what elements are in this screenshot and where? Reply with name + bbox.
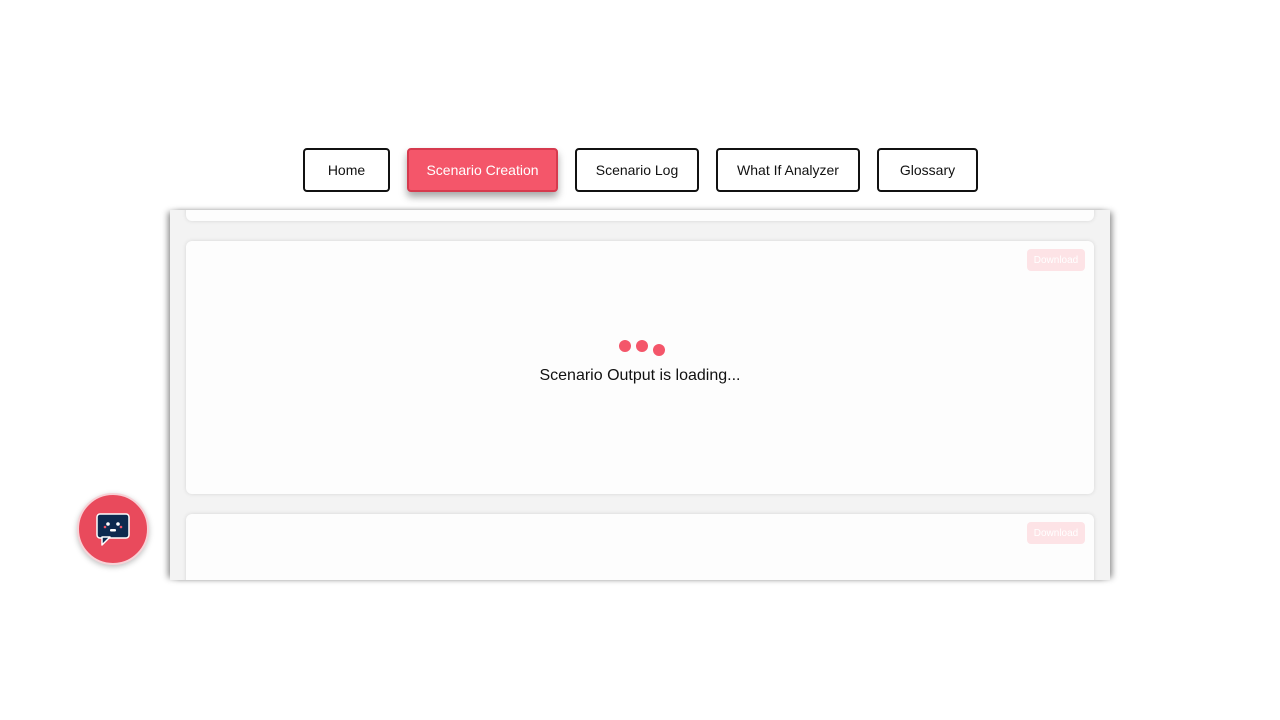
nav-home-button[interactable]: Home bbox=[303, 148, 390, 192]
top-nav: Home Scenario Creation Scenario Log What… bbox=[0, 148, 1280, 192]
page: Home Scenario Creation Scenario Log What… bbox=[0, 0, 1280, 720]
scenario-output-card: Download Scenario Output is loading... bbox=[186, 241, 1094, 494]
download-button[interactable]: Download bbox=[1027, 522, 1085, 544]
nav-scenario-log-button[interactable]: Scenario Log bbox=[575, 148, 699, 192]
chat-bot-icon bbox=[96, 513, 130, 546]
loading-dot bbox=[636, 340, 648, 352]
nav-what-if-analyzer-button[interactable]: What If Analyzer bbox=[716, 148, 860, 192]
scenario-panel[interactable]: Download Scenario Output is loading... D… bbox=[170, 210, 1110, 580]
next-card: Download bbox=[186, 514, 1094, 580]
loading-text: Scenario Output is loading... bbox=[539, 367, 741, 384]
previous-card bbox=[186, 210, 1094, 221]
loading-dot bbox=[619, 340, 631, 352]
nav-scenario-creation-button[interactable]: Scenario Creation bbox=[407, 148, 558, 192]
download-button[interactable]: Download bbox=[1027, 249, 1085, 271]
loading-indicator: Scenario Output is loading... bbox=[186, 339, 1094, 385]
loading-dots bbox=[615, 339, 665, 359]
nav-glossary-button[interactable]: Glossary bbox=[877, 148, 978, 192]
loading-dot bbox=[653, 344, 665, 356]
chat-bot-button[interactable] bbox=[77, 493, 149, 565]
